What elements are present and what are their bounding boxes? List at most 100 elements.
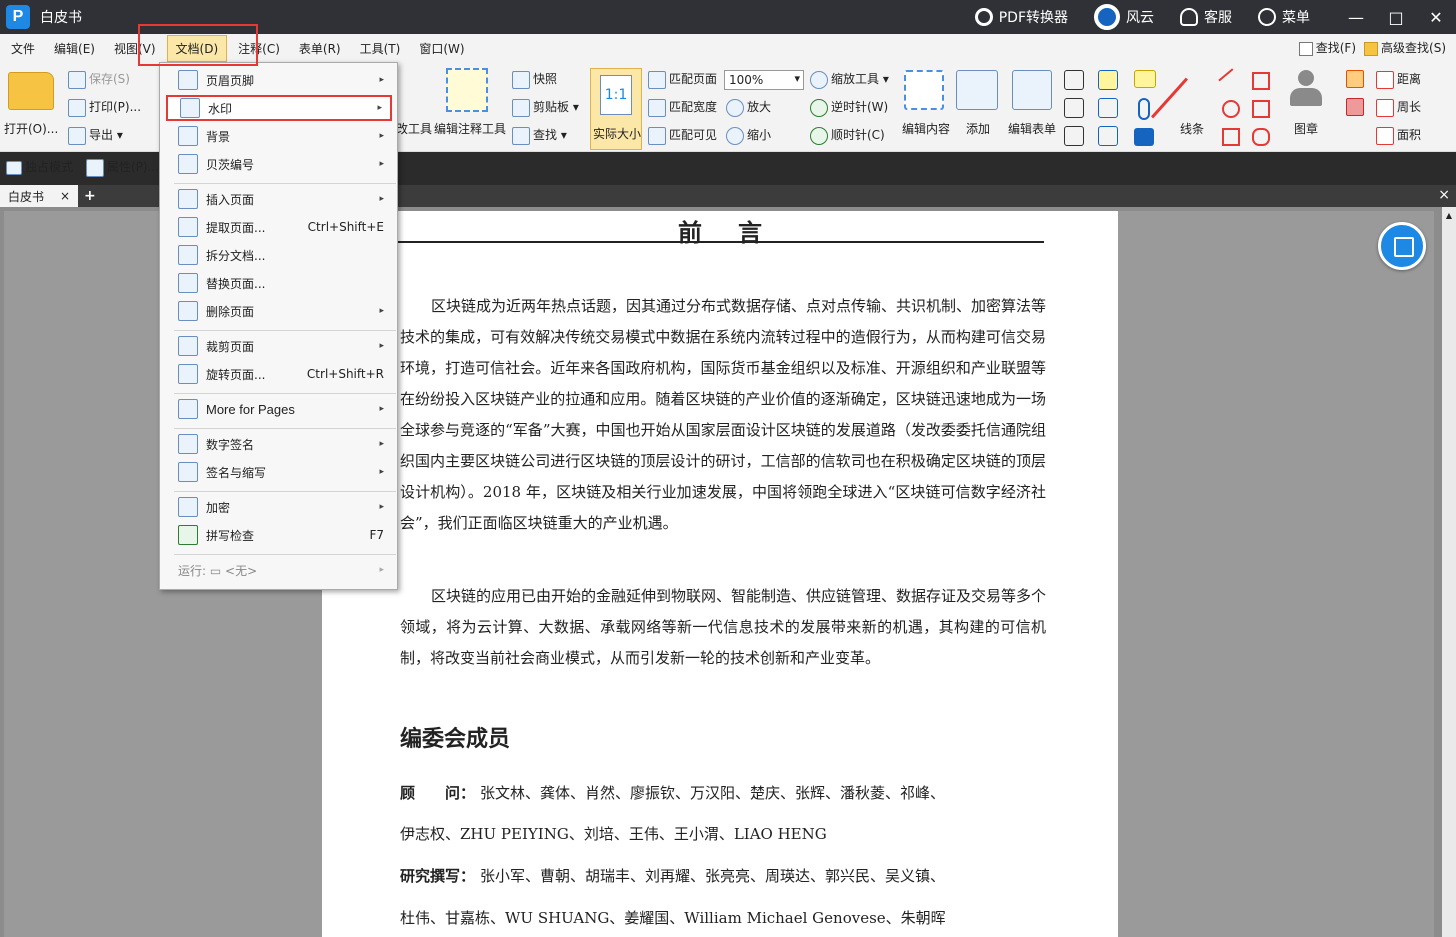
menu-watermark[interactable]: 水印 ▸ <box>166 95 392 121</box>
perimeter-button[interactable]: 周长 <box>1376 98 1421 117</box>
menu-encrypt[interactable]: 加密 ▸ <box>166 494 392 520</box>
eraser-button[interactable] <box>1346 98 1367 116</box>
fengyun-button[interactable]: 风云 <box>1094 4 1154 30</box>
fit-page-button[interactable]: 匹配页面 <box>648 70 717 89</box>
insert-page-icon <box>178 189 198 209</box>
tool-button-partial[interactable]: 改工具 <box>396 120 432 137</box>
polygon-open-icon[interactable] <box>1252 72 1270 90</box>
advisors-line-1: 顾 问： 张文林、龚体、肖然、廖振钦、万汉阳、楚庆、张辉、潘秋菱、祁峰、 <box>400 784 946 802</box>
edit-content-button[interactable]: 编辑内容 <box>902 120 950 137</box>
tab-close-icon[interactable]: × <box>60 189 70 203</box>
minimize-button[interactable]: — <box>1336 0 1376 34</box>
line-tool-icon[interactable] <box>1150 77 1189 119</box>
menu-split-document[interactable]: 拆分文档... <box>166 242 392 268</box>
main-menu-button[interactable]: 菜单 <box>1258 7 1310 27</box>
pencil-icon <box>1346 70 1364 88</box>
open-button[interactable]: 打开(O)... <box>4 120 58 137</box>
menu-file[interactable]: 文件 <box>3 36 43 61</box>
support-button[interactable]: 客服 <box>1180 7 1232 27</box>
menu-form[interactable]: 表单(R) <box>291 36 349 61</box>
fit-visible-button[interactable]: 匹配可见 <box>648 126 717 145</box>
crop-page-icon <box>178 336 198 356</box>
zoom-out-button[interactable]: 缩小 <box>726 126 771 145</box>
add-button[interactable]: 添加 <box>966 120 990 137</box>
add-content-icon[interactable] <box>956 70 998 110</box>
menu-edit[interactable]: 编辑(E) <box>46 36 103 61</box>
document-page: 前言 区块链成为近两年热点话题，因其通过分布式数据存储、点对点传输、共识机制、加… <box>322 211 1118 937</box>
rotate-cw-button[interactable]: 顺时针(C) <box>810 126 885 145</box>
pencil-button[interactable] <box>1346 70 1367 88</box>
distance-button[interactable]: 距离 <box>1376 70 1421 89</box>
fit-width-button[interactable]: 匹配宽度 <box>648 98 717 117</box>
rotate-ccw-button[interactable]: 逆时针(W) <box>810 98 888 117</box>
new-tab-button[interactable]: + <box>84 188 96 204</box>
arrow-tool-icon[interactable] <box>1218 68 1244 94</box>
zoom-tool-icon <box>810 70 828 89</box>
menu-sign-initials[interactable]: 签名与缩写 ▸ <box>166 459 392 485</box>
maximize-button[interactable]: □ <box>1376 0 1416 34</box>
sound-icon[interactable] <box>1134 128 1154 146</box>
cloud-icon[interactable] <box>1252 128 1270 146</box>
edit-annotation-icon[interactable] <box>446 68 488 112</box>
text-highlight-icon[interactable] <box>1098 70 1118 90</box>
save-button[interactable]: 保存(S) <box>68 70 130 89</box>
print-button[interactable]: 打印(P)... <box>68 98 141 117</box>
tab-whitepaper[interactable]: 白皮书 × <box>0 185 78 207</box>
find-button[interactable]: 查找(F) <box>1298 39 1356 56</box>
zoom-tool-button[interactable]: 缩放工具 ▾ <box>810 70 889 89</box>
actual-size-button[interactable]: 1:1 实际大小 <box>590 68 642 150</box>
stamp-icon[interactable] <box>1286 68 1326 112</box>
perimeter-icon <box>1376 98 1394 117</box>
paperclip-icon[interactable] <box>1138 98 1150 120</box>
snapshot-button[interactable]: 快照 <box>512 70 557 89</box>
properties-icon <box>86 158 104 177</box>
edit-form-icon[interactable] <box>1012 70 1052 110</box>
edit-content-icon[interactable] <box>904 70 944 110</box>
scroll-up-arrow-icon[interactable]: ▲ <box>1444 211 1454 221</box>
edit-form-button[interactable]: 编辑表单 <box>1008 120 1056 137</box>
clipboard-button[interactable]: 剪贴板 ▾ <box>512 98 579 117</box>
menu-more-for-pages[interactable]: More for Pages ▸ <box>166 396 392 422</box>
textbox-2-icon[interactable] <box>1064 98 1084 118</box>
properties-button[interactable]: 属性(P)... <box>86 158 159 177</box>
edit-annotation-tool-button[interactable]: 编辑注释工具 <box>434 120 506 137</box>
ellipse-icon[interactable] <box>1222 100 1240 118</box>
underline-icon[interactable] <box>1098 126 1118 146</box>
lines-button[interactable]: 线条 <box>1180 120 1204 137</box>
advanced-find-button[interactable]: 高级查找(S) <box>1364 39 1446 56</box>
vertical-scrollbar[interactable]: ▲ <box>1442 207 1456 937</box>
menu-header-footer[interactable]: 页眉页脚 ▸ <box>166 67 392 93</box>
menu-window[interactable]: 窗口(W) <box>411 36 472 61</box>
menu-spell-check[interactable]: 拼写检查 F7 <box>166 522 392 548</box>
menu-extract-pages[interactable]: 提取页面... Ctrl+Shift+E <box>166 214 392 240</box>
export-button[interactable]: 导出 ▾ <box>68 126 123 145</box>
floating-word-convert-icon[interactable] <box>1378 222 1426 270</box>
textbox-3-icon[interactable] <box>1064 126 1084 146</box>
close-button[interactable]: ✕ <box>1416 0 1456 34</box>
bates-numbering-icon <box>178 154 198 174</box>
close-all-tabs-button[interactable]: × <box>1438 187 1450 203</box>
zoom-level-select[interactable]: 100% <box>724 70 804 90</box>
open-folder-icon[interactable] <box>8 72 54 110</box>
menu-crop-pages[interactable]: 裁剪页面 ▸ <box>166 333 392 359</box>
menu-digital-signature[interactable]: 数字签名 ▸ <box>166 431 392 457</box>
note-icon[interactable] <box>1134 70 1156 88</box>
area-button[interactable]: 面积 <box>1376 126 1421 145</box>
find-tool-button[interactable]: 查找 ▾ <box>512 126 567 145</box>
menu-tools[interactable]: 工具(T) <box>352 36 409 61</box>
menu-insert-pages[interactable]: 插入页面 ▸ <box>166 186 392 212</box>
rectangle-icon[interactable] <box>1222 128 1240 146</box>
pdf-converter-button[interactable]: PDF转换器 <box>974 7 1068 27</box>
exclusive-mode-button[interactable]: 独占模式 <box>6 158 73 175</box>
textbox-icon[interactable] <box>1064 70 1084 90</box>
menu-bates-numbering[interactable]: 贝茨编号 ▸ <box>166 151 392 177</box>
strikethrough-icon[interactable] <box>1098 98 1118 118</box>
header-footer-icon <box>178 70 198 90</box>
menu-replace-pages[interactable]: 替换页面... <box>166 270 392 296</box>
menu-delete-pages[interactable]: 删除页面 ▸ <box>166 298 392 324</box>
polygon-icon[interactable] <box>1252 100 1270 118</box>
zoom-in-button[interactable]: 放大 <box>726 98 771 117</box>
menu-background[interactable]: 背景 ▸ <box>166 123 392 149</box>
menu-rotate-pages[interactable]: 旋转页面... Ctrl+Shift+R <box>166 361 392 387</box>
stamp-button[interactable]: 图章 <box>1294 120 1318 137</box>
